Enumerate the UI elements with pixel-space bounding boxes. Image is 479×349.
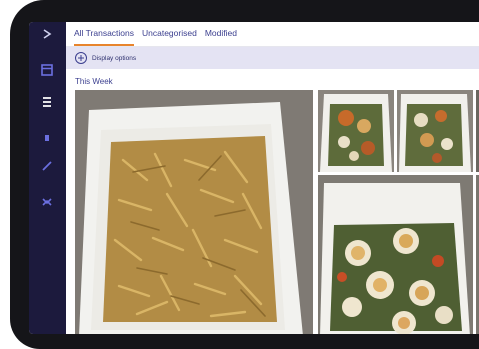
link-icon[interactable] — [39, 194, 55, 210]
photo-fries-tray[interactable] — [75, 90, 313, 334]
main-content: All Transactions Uncategorised Modified … — [66, 22, 479, 334]
sidebar — [29, 22, 66, 334]
photo-salad-tray[interactable] — [318, 175, 473, 334]
display-options-label: Display options — [92, 54, 137, 62]
photo-mixed-dish-2[interactable] — [397, 90, 473, 172]
section-title: This Week — [75, 77, 113, 86]
tag-icon[interactable] — [39, 130, 55, 146]
plus-circle-icon — [75, 52, 87, 64]
list-icon[interactable] — [39, 94, 55, 110]
tab-modified[interactable]: Modified — [205, 28, 237, 46]
tablet-device: All Transactions Uncategorised Modified … — [10, 0, 479, 349]
display-options-button[interactable]: Display options — [75, 52, 136, 64]
transaction-tabs: All Transactions Uncategorised Modified — [74, 28, 237, 46]
photo-mixed-dish-1[interactable] — [318, 90, 394, 172]
display-options-bar: Display options — [66, 47, 479, 69]
tab-all-transactions[interactable]: All Transactions — [74, 28, 134, 46]
tab-uncategorised[interactable]: Uncategorised — [142, 28, 197, 46]
collapse-icon[interactable] — [39, 26, 55, 42]
tablet-screen: All Transactions Uncategorised Modified … — [29, 22, 479, 334]
pen-icon[interactable] — [39, 158, 55, 174]
calendar-icon[interactable] — [39, 62, 55, 78]
